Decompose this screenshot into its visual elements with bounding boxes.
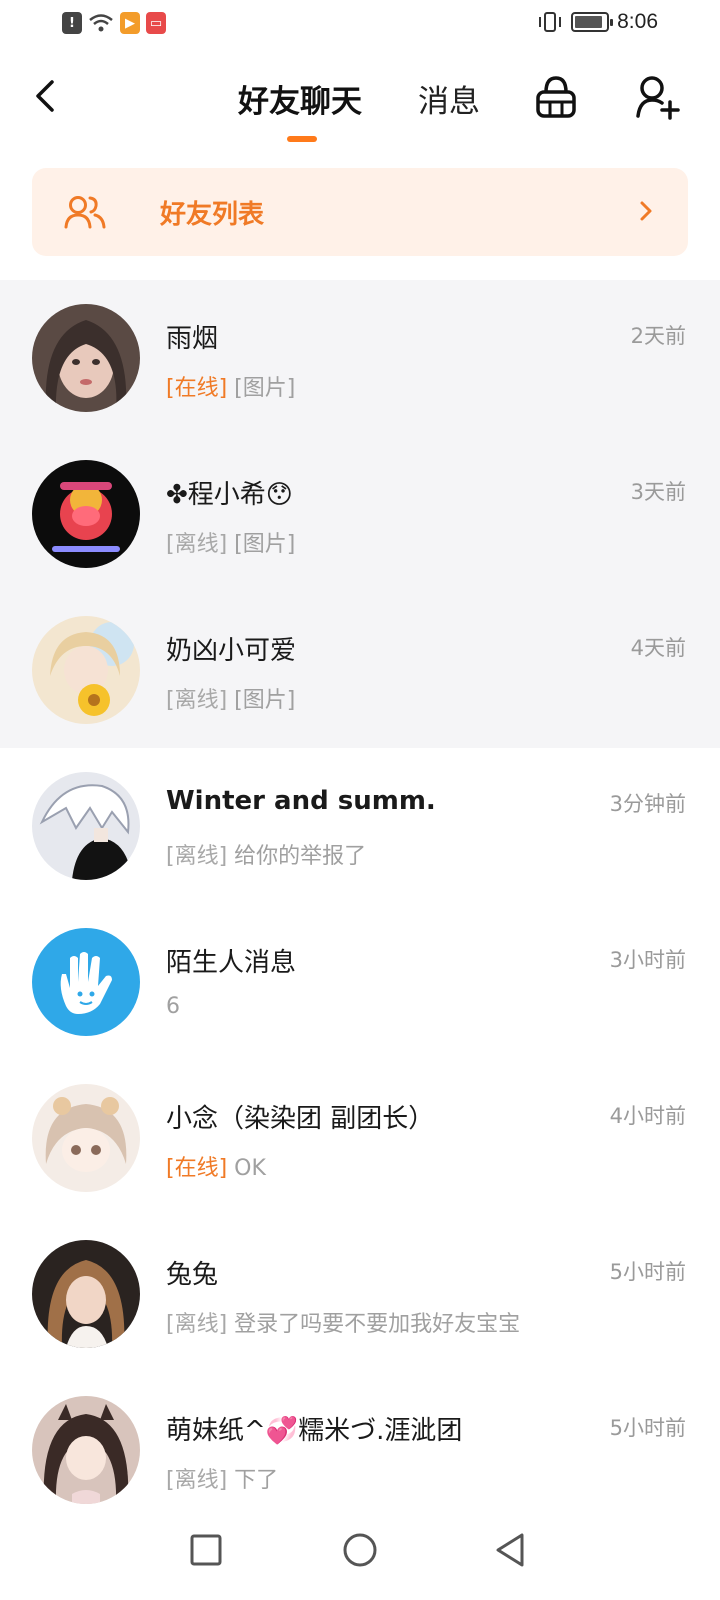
conversation-item[interactable]: 奶凶小可爱 4天前 [离线] [图片]: [0, 592, 720, 748]
recent-apps-button[interactable]: [184, 1528, 228, 1572]
avatar[interactable]: [32, 928, 140, 1036]
add-friend-button[interactable]: [634, 72, 682, 122]
message-time: 3天前: [630, 480, 686, 504]
last-message: [图片]: [234, 376, 296, 401]
avatar[interactable]: [32, 1240, 140, 1348]
avatar[interactable]: [32, 460, 140, 568]
presence-status: [离线]: [166, 532, 228, 557]
tab-messages[interactable]: 消息: [418, 76, 480, 121]
avatar[interactable]: [32, 1084, 140, 1192]
last-message: 6: [166, 994, 180, 1019]
message-time: 3小时前: [609, 948, 686, 972]
avatar[interactable]: [32, 304, 140, 412]
home-button[interactable]: [338, 1528, 382, 1572]
message-preview: [离线] 登录了吗要不要加我好友宝宝: [166, 1306, 520, 1338]
chevron-right-icon: [640, 201, 652, 221]
conversation-item[interactable]: 萌妹纸^💞糯米づ.涯泚团 5小时前 [离线] 下了: [0, 1372, 720, 1528]
message-time: 4天前: [630, 636, 686, 660]
conversation-item[interactable]: 陌生人消息 3小时前 6: [0, 904, 720, 1060]
message-preview: [离线] [图片]: [166, 526, 295, 558]
contact-name: 兔兔: [166, 1260, 219, 1290]
friend-list-label: 好友列表: [160, 200, 265, 230]
friends-icon: [64, 196, 106, 229]
message-time: 3分钟前: [609, 792, 686, 816]
presence-status: [离线]: [166, 844, 228, 869]
message-preview: [离线] 下了: [166, 1462, 278, 1494]
message-preview: [在线] [图片]: [166, 370, 295, 402]
message-preview: [离线] 给你的举报了: [166, 838, 366, 870]
home-icon: [343, 1533, 377, 1567]
contact-name: 小念（染染团 副团长）: [166, 1104, 435, 1134]
message-time: 5小时前: [609, 1260, 686, 1284]
message-preview: [离线] [图片]: [166, 682, 295, 714]
last-message: OK: [234, 1156, 266, 1181]
status-icons-right: 8:06: [537, 10, 658, 34]
clock: 8:06: [617, 10, 658, 33]
presence-status: [离线]: [166, 1468, 228, 1493]
stranger-hand-icon: [32, 928, 140, 1036]
presence-status: [在线]: [166, 376, 228, 401]
presence-status: [在线]: [166, 1156, 228, 1181]
avatar[interactable]: [32, 616, 140, 724]
message-time: 2天前: [630, 324, 686, 348]
message-time: 4小时前: [609, 1104, 686, 1128]
message-preview: 6: [166, 994, 180, 1019]
conversation-list: 雨烟 2天前 [在线] [图片] ✤程小希😯 3天前 [离线] [图片] 奶凶小…: [0, 280, 720, 1528]
message-preview: [在线] OK: [166, 1150, 266, 1182]
active-tab-indicator: [287, 136, 317, 142]
status-icons-left: ! ▶ ▭: [62, 12, 166, 34]
conversation-item[interactable]: 小念（染染团 副团长） 4小时前 [在线] OK: [0, 1060, 720, 1216]
tab-friend-chat[interactable]: 好友聊天: [238, 76, 362, 121]
conversation-item[interactable]: ✤程小希😯 3天前 [离线] [图片]: [0, 436, 720, 592]
back-icon: [36, 80, 54, 112]
contact-name: Winter and summ.: [166, 786, 436, 816]
presence-status: [离线]: [166, 688, 228, 713]
contact-name: 奶凶小可爱: [166, 636, 297, 666]
back-nav-button[interactable]: [490, 1528, 534, 1572]
back-nav-icon: [496, 1533, 524, 1567]
system-nav-bar: [0, 1508, 720, 1600]
conversation-item[interactable]: 兔兔 5小时前 [离线] 登录了吗要不要加我好友宝宝: [0, 1216, 720, 1372]
last-message: [图片]: [234, 532, 296, 557]
conversation-item[interactable]: Winter and summ. 3分钟前 [离线] 给你的举报了: [0, 748, 720, 904]
tv-app-icon: ▭: [146, 12, 166, 34]
back-button[interactable]: [28, 74, 68, 118]
last-message: 登录了吗要不要加我好友宝宝: [234, 1312, 521, 1337]
basket-icon: [536, 76, 576, 118]
message-time: 5小时前: [609, 1416, 686, 1440]
alert-icon: !: [62, 12, 82, 34]
video-app-icon: ▶: [120, 12, 140, 34]
avatar[interactable]: [32, 772, 140, 880]
contact-name: 雨烟: [166, 324, 219, 354]
basket-button[interactable]: [532, 72, 580, 122]
status-bar: ! ▶ ▭ 8:06: [0, 0, 720, 48]
header: 好友聊天 消息: [0, 56, 720, 152]
last-message: 给你的举报了: [234, 844, 367, 869]
add-friend-icon: [636, 76, 680, 120]
contact-name: 陌生人消息: [166, 948, 297, 978]
battery-icon: [571, 12, 614, 32]
vibrate-icon: [539, 12, 562, 32]
contact-name: ✤程小希😯: [166, 480, 293, 510]
friend-list-banner[interactable]: 好友列表: [32, 168, 688, 256]
last-message: 下了: [234, 1468, 279, 1493]
contact-name: 萌妹纸^💞糯米づ.涯泚团: [166, 1416, 463, 1446]
wifi-icon: [89, 14, 113, 32]
conversation-item[interactable]: 雨烟 2天前 [在线] [图片]: [0, 280, 720, 436]
presence-status: [离线]: [166, 1312, 228, 1337]
recent-apps-icon: [190, 1534, 222, 1566]
last-message: [图片]: [234, 688, 296, 713]
avatar[interactable]: [32, 1396, 140, 1504]
